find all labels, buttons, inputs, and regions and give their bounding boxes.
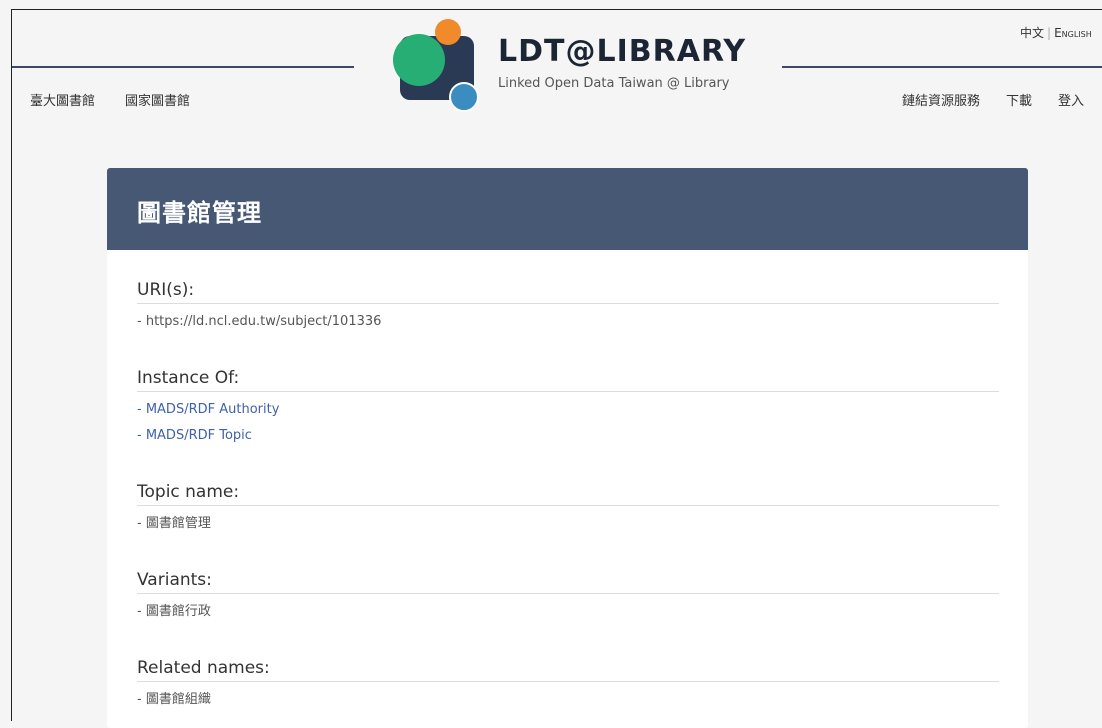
brand-title[interactable]: LDT@LIBRARY [498,34,746,69]
nav-right: 鏈結資源服務 下載 登入 [902,90,1084,109]
section-uris: URI(s): - https://ld.ncl.edu.tw/subject/… [137,280,999,335]
nav-ntu-library[interactable]: 臺大圖書館 [30,90,95,109]
related-name-value: - 圖書館組織 [137,692,211,707]
brand-subtitle: Linked Open Data Taiwan @ Library [498,76,730,91]
logo-green-dot [393,34,445,86]
logo-blue-dot [449,82,479,112]
nav-download[interactable]: 下載 [1006,90,1032,109]
section-variants: Variants: - 圖書館行政 [137,570,999,625]
section-instance-of: Instance Of: - MADS/RDF Authority - MADS… [137,368,999,449]
frame-border-top [11,9,1102,10]
section-label: Variants: [137,570,999,594]
header-rule-left [12,66,354,68]
ldt-library-logo[interactable] [392,16,482,112]
instance-link-topic[interactable]: - MADS/RDF Topic [137,423,999,449]
section-label: Instance Of: [137,368,999,392]
header-rule-right [782,66,1102,68]
nav-ncl-library[interactable]: 國家圖書館 [125,90,190,109]
nav-left: 臺大圖書館 國家圖書館 [30,90,190,109]
instance-link-authority[interactable]: - MADS/RDF Authority [137,397,999,423]
nav-linked-resources[interactable]: 鏈結資源服務 [902,90,980,109]
section-related-names: Related names: - 圖書館組織 [137,658,999,713]
section-topic-name: Topic name: - 圖書館管理 [137,482,999,537]
nav-login[interactable]: 登入 [1058,90,1084,109]
language-switcher: 中文 | English [1020,24,1092,41]
variant-value: - 圖書館行政 [137,604,211,619]
lang-en-link[interactable]: English [1054,26,1092,40]
lang-separator: | [1047,26,1052,40]
record-card: 圖書館管理 URI(s): - https://ld.ncl.edu.tw/su… [107,168,1028,728]
logo-orange-dot [435,19,461,45]
record-title: 圖書館管理 [137,199,262,227]
frame-border-left [11,9,12,721]
topic-name-value: - 圖書館管理 [137,516,211,531]
section-label: Related names: [137,658,999,682]
section-label: URI(s): [137,280,999,304]
section-label: Topic name: [137,482,999,506]
lang-zh-link[interactable]: 中文 [1020,26,1044,40]
card-header: 圖書館管理 [107,168,1028,250]
uri-value: - https://ld.ncl.edu.tw/subject/101336 [137,314,382,329]
